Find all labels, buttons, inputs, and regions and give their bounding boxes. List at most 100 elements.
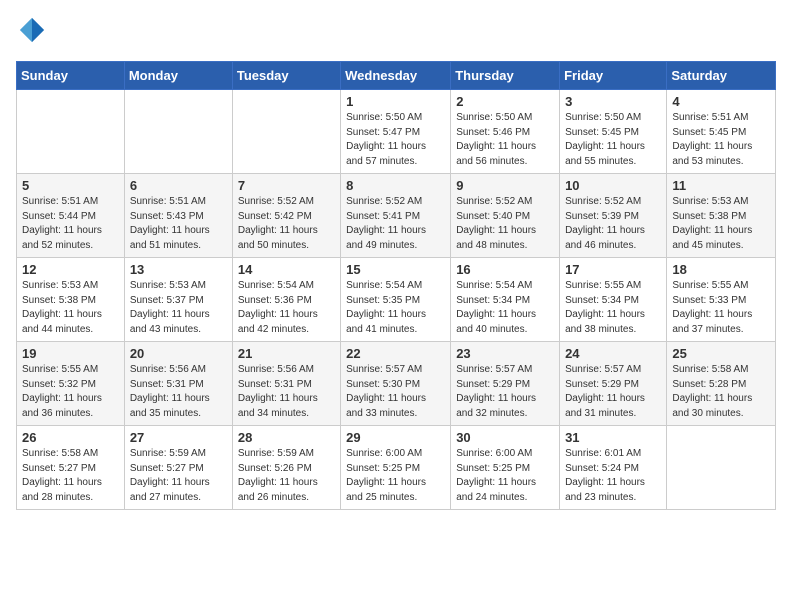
calendar-cell: 19 Sunrise: 5:55 AM Sunset: 5:32 PM Dayli…	[17, 342, 125, 426]
day-number: 3	[565, 94, 661, 109]
calendar-cell: 23 Sunrise: 5:57 AM Sunset: 5:29 PM Dayli…	[451, 342, 560, 426]
calendar-cell: 18 Sunrise: 5:55 AM Sunset: 5:33 PM Dayli…	[667, 258, 776, 342]
calendar-cell: 30 Sunrise: 6:00 AM Sunset: 5:25 PM Dayli…	[451, 426, 560, 510]
day-info: Sunrise: 5:52 AM Sunset: 5:42 PM Dayligh…	[238, 195, 335, 253]
day-number: 21	[238, 346, 335, 361]
day-info: Sunrise: 5:52 AM Sunset: 5:39 PM Dayligh…	[565, 195, 661, 253]
day-number: 5	[22, 178, 119, 193]
page-header	[16, 16, 776, 49]
weekday-header: Sunday	[17, 62, 125, 90]
day-number: 19	[22, 346, 119, 361]
calendar-cell: 15 Sunrise: 5:54 AM Sunset: 5:35 PM Dayli…	[341, 258, 451, 342]
calendar-cell: 29 Sunrise: 6:00 AM Sunset: 5:25 PM Dayli…	[341, 426, 451, 510]
day-number: 20	[130, 346, 227, 361]
day-number: 14	[238, 262, 335, 277]
day-info: Sunrise: 5:57 AM Sunset: 5:29 PM Dayligh…	[565, 363, 661, 421]
calendar-week-row: 12 Sunrise: 5:53 AM Sunset: 5:38 PM Dayli…	[17, 258, 776, 342]
day-info: Sunrise: 5:51 AM Sunset: 5:45 PM Dayligh…	[672, 111, 770, 169]
day-number: 23	[456, 346, 554, 361]
day-number: 17	[565, 262, 661, 277]
calendar-cell: 20 Sunrise: 5:56 AM Sunset: 5:31 PM Dayli…	[124, 342, 232, 426]
day-number: 13	[130, 262, 227, 277]
day-info: Sunrise: 5:56 AM Sunset: 5:31 PM Dayligh…	[130, 363, 227, 421]
logo-wordmark	[16, 16, 46, 49]
calendar-cell: 1Sunrise: 5:50 AM Sunset: 5:47 PM Daylig…	[341, 90, 451, 174]
day-info: Sunrise: 5:50 AM Sunset: 5:45 PM Dayligh…	[565, 111, 661, 169]
calendar-cell: 13 Sunrise: 5:53 AM Sunset: 5:37 PM Dayli…	[124, 258, 232, 342]
calendar-cell: 5 Sunrise: 5:51 AM Sunset: 5:44 PM Daylig…	[17, 174, 125, 258]
day-number: 16	[456, 262, 554, 277]
calendar-cell: 16 Sunrise: 5:54 AM Sunset: 5:34 PM Dayli…	[451, 258, 560, 342]
day-number: 30	[456, 430, 554, 445]
day-info: Sunrise: 5:54 AM Sunset: 5:34 PM Dayligh…	[456, 279, 554, 337]
calendar-week-row: 19 Sunrise: 5:55 AM Sunset: 5:32 PM Dayli…	[17, 342, 776, 426]
day-number: 27	[130, 430, 227, 445]
day-info: Sunrise: 5:58 AM Sunset: 5:28 PM Dayligh…	[672, 363, 770, 421]
calendar-cell: 12 Sunrise: 5:53 AM Sunset: 5:38 PM Dayli…	[17, 258, 125, 342]
day-info: Sunrise: 5:50 AM Sunset: 5:46 PM Dayligh…	[456, 111, 554, 169]
day-number: 12	[22, 262, 119, 277]
calendar-table: SundayMondayTuesdayWednesdayThursdayFrid…	[16, 61, 776, 510]
day-info: Sunrise: 5:59 AM Sunset: 5:27 PM Dayligh…	[130, 447, 227, 505]
day-number: 9	[456, 178, 554, 193]
calendar-week-row: 5 Sunrise: 5:51 AM Sunset: 5:44 PM Daylig…	[17, 174, 776, 258]
day-info: Sunrise: 5:55 AM Sunset: 5:32 PM Dayligh…	[22, 363, 119, 421]
day-info: Sunrise: 6:00 AM Sunset: 5:25 PM Dayligh…	[346, 447, 445, 505]
calendar-cell: 2 Sunrise: 5:50 AM Sunset: 5:46 PM Daylig…	[451, 90, 560, 174]
day-info: Sunrise: 6:00 AM Sunset: 5:25 PM Dayligh…	[456, 447, 554, 505]
weekday-header: Thursday	[451, 62, 560, 90]
day-number: 22	[346, 346, 445, 361]
calendar-week-row: 26Sunrise: 5:58 AM Sunset: 5:27 PM Dayli…	[17, 426, 776, 510]
weekday-header: Saturday	[667, 62, 776, 90]
day-info: Sunrise: 5:52 AM Sunset: 5:41 PM Dayligh…	[346, 195, 445, 253]
calendar-cell	[17, 90, 125, 174]
calendar-cell: 27 Sunrise: 5:59 AM Sunset: 5:27 PM Dayli…	[124, 426, 232, 510]
calendar-week-row: 1Sunrise: 5:50 AM Sunset: 5:47 PM Daylig…	[17, 90, 776, 174]
calendar-cell: 10Sunrise: 5:52 AM Sunset: 5:39 PM Dayli…	[560, 174, 667, 258]
day-number: 11	[672, 178, 770, 193]
day-number: 28	[238, 430, 335, 445]
calendar-cell: 28 Sunrise: 5:59 AM Sunset: 5:26 PM Dayli…	[232, 426, 340, 510]
weekday-header: Wednesday	[341, 62, 451, 90]
weekday-header: Monday	[124, 62, 232, 90]
day-info: Sunrise: 5:51 AM Sunset: 5:43 PM Dayligh…	[130, 195, 227, 253]
day-number: 18	[672, 262, 770, 277]
day-info: Sunrise: 5:53 AM Sunset: 5:37 PM Dayligh…	[130, 279, 227, 337]
day-info: Sunrise: 5:51 AM Sunset: 5:44 PM Dayligh…	[22, 195, 119, 253]
calendar-cell: 9 Sunrise: 5:52 AM Sunset: 5:40 PM Daylig…	[451, 174, 560, 258]
calendar-cell: 31 Sunrise: 6:01 AM Sunset: 5:24 PM Dayli…	[560, 426, 667, 510]
weekday-header: Tuesday	[232, 62, 340, 90]
calendar-cell: 24Sunrise: 5:57 AM Sunset: 5:29 PM Dayli…	[560, 342, 667, 426]
day-number: 8	[346, 178, 445, 193]
calendar-cell: 6 Sunrise: 5:51 AM Sunset: 5:43 PM Daylig…	[124, 174, 232, 258]
day-info: Sunrise: 5:57 AM Sunset: 5:29 PM Dayligh…	[456, 363, 554, 421]
day-number: 25	[672, 346, 770, 361]
day-info: Sunrise: 5:59 AM Sunset: 5:26 PM Dayligh…	[238, 447, 335, 505]
day-info: Sunrise: 5:53 AM Sunset: 5:38 PM Dayligh…	[672, 195, 770, 253]
day-info: Sunrise: 5:57 AM Sunset: 5:30 PM Dayligh…	[346, 363, 445, 421]
day-info: Sunrise: 5:50 AM Sunset: 5:47 PM Dayligh…	[346, 111, 445, 169]
day-number: 7	[238, 178, 335, 193]
day-number: 29	[346, 430, 445, 445]
day-info: Sunrise: 5:52 AM Sunset: 5:40 PM Dayligh…	[456, 195, 554, 253]
calendar-cell: 11 Sunrise: 5:53 AM Sunset: 5:38 PM Dayli…	[667, 174, 776, 258]
day-info: Sunrise: 5:55 AM Sunset: 5:33 PM Dayligh…	[672, 279, 770, 337]
calendar-cell: 14Sunrise: 5:54 AM Sunset: 5:36 PM Dayli…	[232, 258, 340, 342]
day-number: 6	[130, 178, 227, 193]
calendar-cell: 26Sunrise: 5:58 AM Sunset: 5:27 PM Dayli…	[17, 426, 125, 510]
calendar-cell	[124, 90, 232, 174]
day-number: 2	[456, 94, 554, 109]
day-info: Sunrise: 5:53 AM Sunset: 5:38 PM Dayligh…	[22, 279, 119, 337]
logo-icon	[18, 16, 46, 44]
day-info: Sunrise: 6:01 AM Sunset: 5:24 PM Dayligh…	[565, 447, 661, 505]
calendar-cell: 22 Sunrise: 5:57 AM Sunset: 5:30 PM Dayli…	[341, 342, 451, 426]
day-number: 31	[565, 430, 661, 445]
calendar-cell: 4 Sunrise: 5:51 AM Sunset: 5:45 PM Daylig…	[667, 90, 776, 174]
logo	[16, 16, 46, 49]
calendar-cell: 3 Sunrise: 5:50 AM Sunset: 5:45 PM Daylig…	[560, 90, 667, 174]
day-number: 15	[346, 262, 445, 277]
day-info: Sunrise: 5:54 AM Sunset: 5:35 PM Dayligh…	[346, 279, 445, 337]
day-number: 4	[672, 94, 770, 109]
calendar-cell: 7 Sunrise: 5:52 AM Sunset: 5:42 PM Daylig…	[232, 174, 340, 258]
calendar-cell: 25 Sunrise: 5:58 AM Sunset: 5:28 PM Dayli…	[667, 342, 776, 426]
